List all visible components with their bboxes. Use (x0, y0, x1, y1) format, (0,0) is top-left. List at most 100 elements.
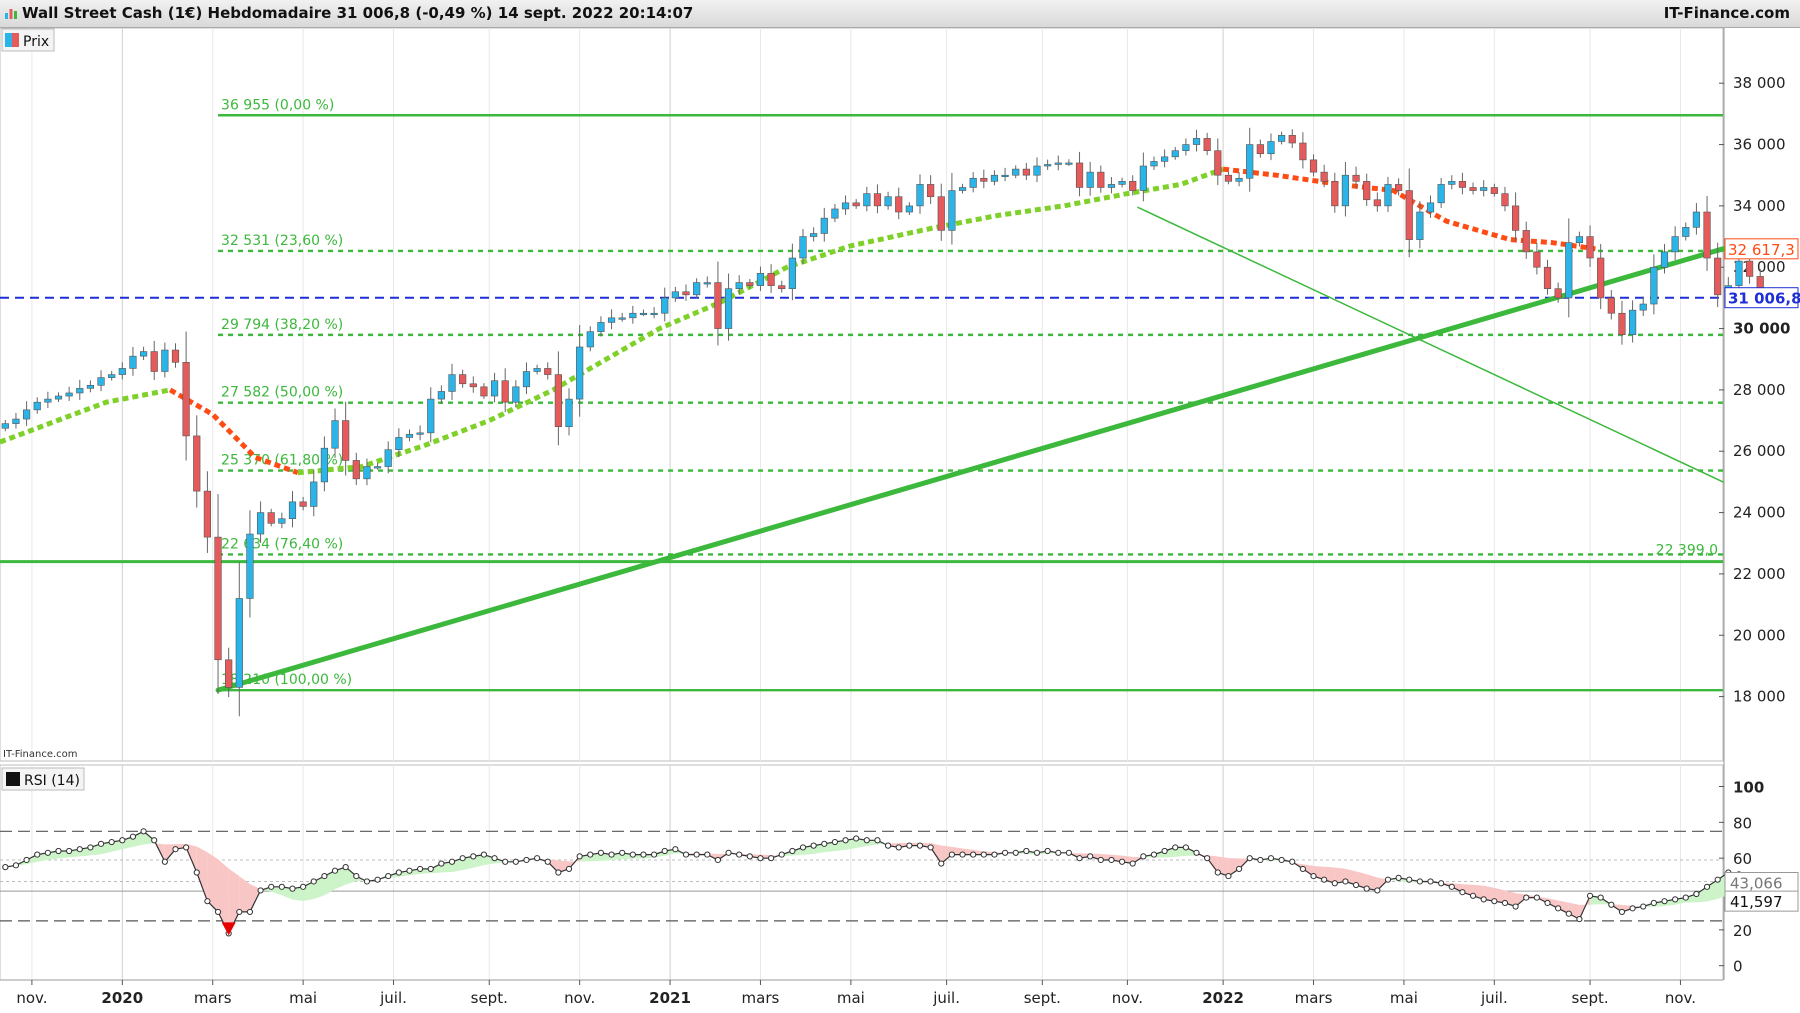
x-tick-label: nov. (16, 989, 47, 1007)
rsi-point (1246, 855, 1253, 862)
candle-body (1182, 144, 1190, 151)
rsi-plot-area[interactable] (0, 764, 1724, 981)
candle-body (1054, 162, 1062, 165)
rsi-point (385, 872, 392, 880)
rsi-point (331, 867, 339, 874)
candle-body (469, 383, 477, 388)
x-tick-label: mars (1295, 989, 1333, 1007)
candle-body (1161, 156, 1169, 162)
rsi-point (1087, 853, 1094, 860)
rsi-point (502, 858, 509, 865)
candle-body (724, 288, 733, 329)
rsi-point (810, 842, 817, 849)
price-tag-label: 32 617,3 (1728, 241, 1795, 259)
legend-rsi[interactable]: RSI (14) (1, 767, 85, 791)
brand-name: IT-Finance.com (1663, 4, 1790, 22)
rsi-point (427, 865, 434, 873)
candle-body (788, 257, 796, 289)
legend-prix[interactable]: Prix (1, 28, 55, 52)
rsi-point (1214, 869, 1221, 876)
rsi-point (640, 851, 647, 858)
candle-body (1, 423, 9, 429)
candle-body (1650, 266, 1658, 305)
candle-body (1682, 227, 1690, 237)
candle-body (693, 282, 701, 296)
rsi-point (151, 837, 158, 844)
candle-body (1107, 184, 1116, 188)
rsi-point (1076, 855, 1083, 862)
candle-body (512, 386, 520, 403)
candle-body (767, 273, 775, 286)
y-tick-label: 26 000 (1733, 442, 1786, 460)
rsi-point (76, 846, 83, 853)
rsi-point (1555, 905, 1562, 912)
x-axis: nov. 2020 mars mai juil. sept. nov. 2021 mars mai… (0, 979, 1723, 1007)
fib-level-label: 32 531 (23,60 %) (221, 233, 343, 249)
candle-body (299, 501, 307, 507)
candle-body (1586, 236, 1594, 259)
candle-body (746, 282, 754, 286)
candle-body (671, 291, 679, 299)
rsi-point (140, 828, 147, 835)
rsi-point (619, 849, 626, 856)
x-tick-label: juil. (1480, 989, 1508, 1007)
candle-body (214, 536, 222, 661)
candle-body (1224, 174, 1233, 182)
rsi-point (363, 878, 371, 885)
candle-body (799, 236, 807, 259)
candle-body (554, 374, 562, 428)
rsi-point (1480, 896, 1487, 903)
rsi-point (1618, 908, 1626, 916)
rsi-point (268, 883, 275, 890)
candle-body (1044, 164, 1052, 167)
y-tick-label: 18 000 (1733, 688, 1786, 706)
rsi-point (310, 878, 317, 885)
y-tick-label: 36 000 (1733, 136, 1786, 154)
candle-body (76, 388, 84, 394)
candle-body (267, 512, 275, 524)
candle-body (1331, 181, 1339, 207)
candle-body (22, 409, 31, 420)
rsi-point (1161, 847, 1168, 855)
rsi-point (1512, 903, 1519, 910)
candle-body (714, 282, 722, 329)
candle-body (44, 398, 52, 403)
legend-swatch-rsi (6, 772, 20, 786)
rsi-point (406, 867, 413, 874)
candle-body (1363, 181, 1371, 201)
rsi-point (257, 887, 264, 894)
candle-body (1416, 211, 1424, 240)
rsi-point (534, 855, 541, 862)
rsi-point (342, 864, 349, 871)
candle-body (873, 193, 882, 207)
candle-body (533, 368, 541, 372)
candle-body (1607, 297, 1615, 314)
candle-body (639, 312, 648, 316)
candle-body (54, 395, 63, 400)
candle-body (129, 355, 137, 369)
rsi-point (608, 851, 615, 858)
candle-body (841, 202, 850, 210)
chart-area[interactable]: 18 000 20 000 22 000 24 000 26 000 28 000 30 0… (0, 28, 1800, 1013)
x-tick-label: mai (289, 989, 317, 1007)
rsi-point (417, 865, 424, 873)
rsi-point (1693, 890, 1700, 898)
rsi-point (321, 872, 328, 880)
rsi-point (1703, 883, 1711, 890)
candle-body (586, 331, 594, 348)
candle-body (480, 386, 488, 397)
candle-body (1001, 174, 1009, 178)
candle-body (225, 659, 233, 688)
candle-body (1097, 171, 1105, 188)
rsi-point (395, 869, 402, 876)
candle-body (256, 512, 265, 535)
rsi-point (895, 844, 902, 851)
legend-label: Prix (23, 34, 49, 50)
rsi-point (1001, 849, 1009, 856)
candle-body (629, 312, 637, 319)
rsi-point (842, 837, 849, 844)
rsi-point (746, 853, 753, 860)
rsi-y-tick-label: 80 (1733, 814, 1752, 832)
rsi-point (1352, 881, 1360, 889)
candle-body (1426, 202, 1435, 213)
